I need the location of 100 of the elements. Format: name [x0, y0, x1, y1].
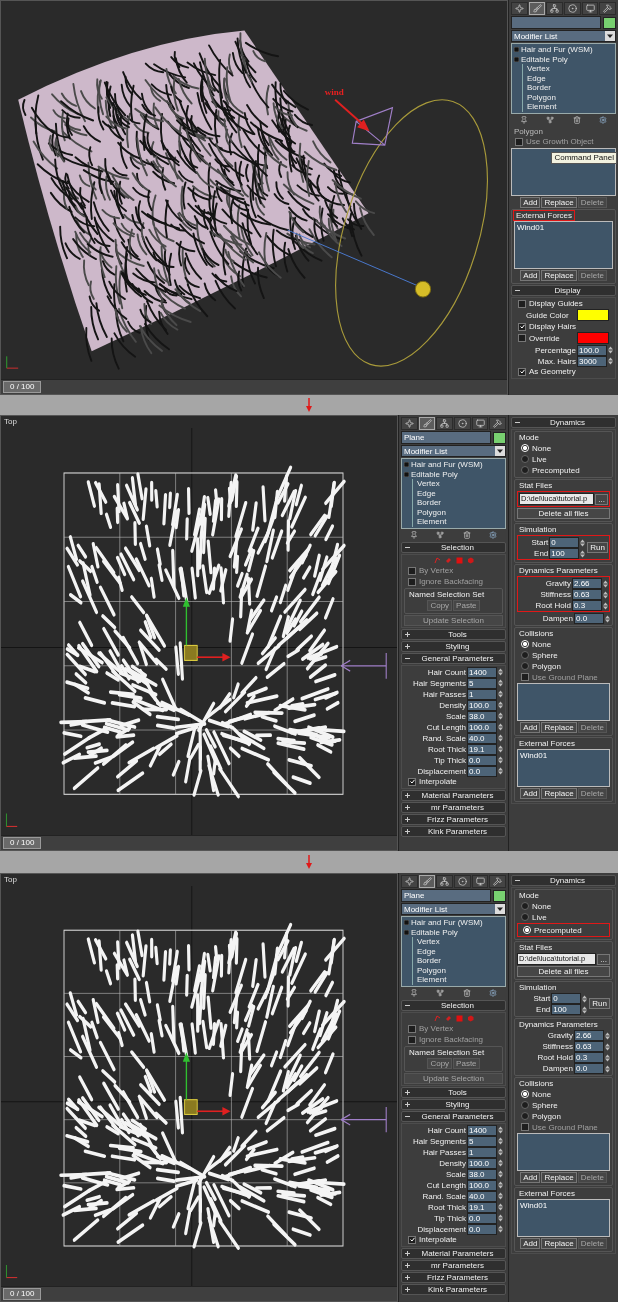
spinner-field[interactable]: 0.0 [467, 754, 497, 766]
rollout-header[interactable]: Styling [401, 1098, 506, 1110]
spinner-field[interactable]: 1 [467, 688, 497, 700]
rollout-header[interactable]: Material Parameters [401, 1247, 506, 1259]
spinner-field[interactable]: 2.66 [574, 1030, 604, 1041]
panel-tab[interactable] [581, 2, 599, 15]
spinner-arrows-icon[interactable] [605, 614, 610, 623]
spinner-arrows-icon[interactable] [582, 1005, 588, 1014]
command-button[interactable]: Delete all files [517, 508, 610, 519]
list-item[interactable]: Wind01 [520, 1201, 607, 1211]
viewport-label[interactable]: Top [4, 417, 17, 427]
radio-button[interactable]: Polygon [517, 661, 610, 671]
stack-item[interactable]: Vertex [417, 479, 440, 489]
spinner-field[interactable]: 1 [467, 1146, 497, 1158]
spinner-arrows-icon[interactable] [603, 579, 608, 588]
spinner-arrows-icon[interactable] [498, 723, 503, 731]
command-button[interactable]: Add [520, 196, 541, 208]
spinner-arrows-icon[interactable] [498, 679, 503, 687]
panel-tab[interactable] [511, 2, 528, 15]
modifier-list-dropdown[interactable]: Modifier List [401, 903, 506, 915]
stack-item[interactable]: Border [527, 83, 551, 93]
panel-tab[interactable] [401, 417, 418, 430]
panel-tab[interactable] [436, 417, 453, 430]
time-slider-thumb[interactable]: 0 / 100 [3, 381, 42, 393]
spinner-field[interactable]: 40.0 [467, 1190, 497, 1202]
rollout-header[interactable]: Tools [401, 628, 506, 640]
panel-tab[interactable] [418, 417, 436, 430]
time-slider-thumb[interactable]: 0 / 100 [3, 837, 42, 849]
spinner-field[interactable]: 100 [551, 1004, 582, 1015]
radio-button[interactable]: None [517, 639, 610, 649]
command-button[interactable]: Replace [541, 1238, 577, 1249]
command-button[interactable]: Replace [541, 196, 577, 208]
spinner-field[interactable]: 0.0 [467, 765, 497, 777]
spinner-field[interactable]: 1400 [467, 666, 497, 678]
spinner-field[interactable]: 0.63 [572, 589, 602, 600]
stack-item[interactable]: Edge [417, 946, 436, 956]
spinner-arrows-icon[interactable] [498, 1126, 503, 1134]
checkbox[interactable]: Override [514, 333, 560, 343]
stack-item[interactable]: Hair and Fur (WSM) [521, 45, 593, 55]
panel-tab[interactable] [546, 2, 563, 15]
list-item[interactable]: Wind01 [517, 222, 610, 233]
command-button[interactable]: Add [520, 722, 541, 733]
spinner-arrows-icon[interactable] [498, 701, 503, 709]
panel-tab[interactable] [454, 875, 471, 888]
panel-tab[interactable] [489, 875, 507, 888]
panel-tab[interactable] [564, 2, 581, 15]
spinner-arrows-icon[interactable] [498, 767, 503, 775]
rollout-header[interactable]: mr Parameters [401, 1259, 506, 1271]
spinner-field[interactable]: 38.0 [467, 710, 497, 722]
stack-item[interactable]: Element [527, 102, 557, 112]
spinner-field[interactable]: 100.0 [467, 1179, 497, 1191]
command-button[interactable]: Add [520, 1238, 541, 1249]
spinner-arrows-icon[interactable] [605, 1053, 610, 1062]
radio-button[interactable]: Live [517, 454, 610, 464]
spinner-arrows-icon[interactable] [603, 601, 608, 610]
command-button[interactable]: Delete all files [517, 966, 610, 977]
rollout-header[interactable]: Kink Parameters [401, 1283, 506, 1295]
spinner-field[interactable]: 40.0 [467, 732, 497, 744]
rollout-header[interactable]: Tools [401, 1086, 506, 1098]
time-slider-thumb[interactable]: 0 / 100 [3, 1288, 42, 1300]
rollout-header[interactable]: mr Parameters [401, 801, 506, 813]
spinner-arrows-icon[interactable] [580, 549, 586, 558]
rollout-header[interactable]: Kink Parameters [401, 825, 506, 837]
spinner-field[interactable]: 0.63 [574, 1041, 604, 1052]
spinner-field[interactable]: 100.0 [467, 699, 497, 711]
spinner-field[interactable]: 0.3 [572, 600, 602, 611]
spinner-arrows-icon[interactable] [498, 690, 503, 698]
rollout-header[interactable]: General Parameters [401, 1110, 506, 1122]
radio-button[interactable]: None [517, 901, 610, 911]
radio-button[interactable]: Precomputed [519, 925, 608, 935]
spinner-arrows-icon[interactable] [498, 1148, 503, 1156]
color-swatch[interactable] [577, 309, 609, 321]
panel-tab[interactable] [471, 875, 489, 888]
spinner-field[interactable]: 100.0 [577, 344, 607, 356]
stack-item[interactable]: Editable Poly [521, 54, 568, 64]
panel-tab[interactable] [401, 875, 418, 888]
command-button[interactable]: Add [520, 788, 541, 799]
stack-item[interactable]: Polygon [417, 965, 446, 975]
panel-tab[interactable] [454, 417, 471, 430]
radio-button[interactable]: Precomputed [517, 465, 610, 475]
command-button[interactable]: Replace [541, 788, 577, 799]
stack-item[interactable]: Edge [417, 488, 436, 498]
list-item[interactable]: Wind01 [520, 751, 607, 761]
stack-item[interactable]: Element [417, 517, 447, 527]
stack-item[interactable]: Polygon [417, 507, 446, 517]
stack-item[interactable]: Vertex [527, 64, 550, 74]
panel-tab[interactable] [528, 2, 546, 15]
checkbox[interactable]: Interpolate [404, 776, 503, 787]
run-button[interactable]: Run [589, 998, 610, 1009]
rollout-header[interactable]: Styling [401, 640, 506, 652]
spinner-arrows-icon[interactable] [498, 745, 503, 753]
checkbox[interactable]: As Geometry [514, 366, 613, 377]
modifier-list-dropdown[interactable]: Modifier List [511, 30, 616, 42]
stack-item[interactable]: Hair and Fur (WSM) [411, 460, 483, 470]
spinner-field[interactable]: 5 [467, 1135, 497, 1147]
command-button[interactable]: Replace [541, 722, 577, 733]
stack-item[interactable]: Border [417, 498, 441, 508]
browse-button[interactable]: ... [595, 493, 608, 505]
spinner-arrows-icon[interactable] [605, 1031, 610, 1040]
list-box[interactable] [517, 683, 610, 721]
